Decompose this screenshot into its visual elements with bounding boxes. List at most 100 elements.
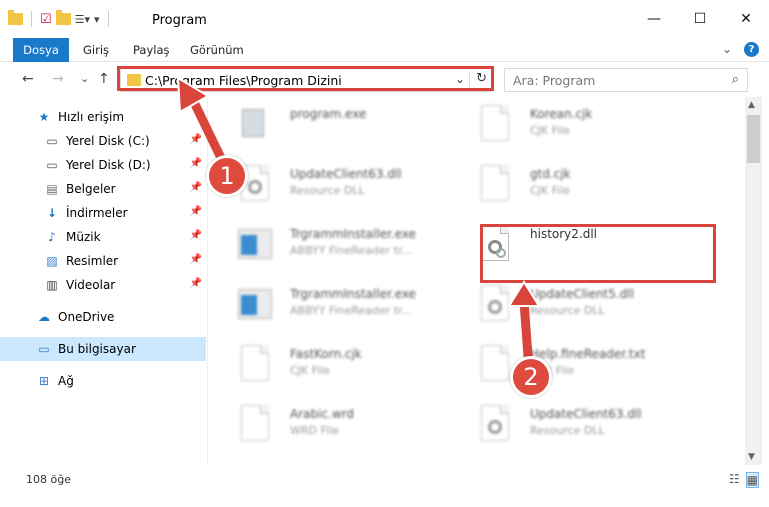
pin-icon[interactable]: 📌 [190,230,202,241]
status-bar: 108 öğe ☷ ▦ [0,465,769,493]
tab-view[interactable]: Görünüm [190,38,244,62]
sidebar-item-quick-access[interactable]: ★ Hızlı erişim [0,105,206,129]
tiles-view-icon[interactable]: ▦ [745,472,759,488]
sidebar-item-music[interactable]: ♪ Müzik 📌 [0,225,206,249]
file-item[interactable]: Korean.cjk CJK File [448,97,688,153]
sidebar-item-downloads[interactable]: ↓ İndirmeler 📌 [0,201,206,225]
sidebar-item-label: Belgeler [66,182,116,196]
file-item[interactable]: UpdateClient5.dll Resource DLL [448,277,688,333]
scroll-down-icon[interactable]: ▼ [748,452,755,462]
file-type: Resource DLL [530,424,605,437]
tab-share[interactable]: Paylaş [133,38,170,62]
tab-home[interactable]: Giriş [83,38,109,62]
new-folder-icon[interactable] [55,10,71,25]
properties-icon[interactable]: ☑ [40,12,52,27]
downloads-icon: ↓ [46,206,58,220]
pin-icon[interactable]: 📌 [190,254,202,265]
back-button[interactable]: ← [22,71,34,87]
file-item[interactable]: TrgrammInstaller.exe ABBYY FineReader tr… [208,277,448,333]
step-badge-1: 1 [206,155,248,197]
exe-file-icon [238,105,272,145]
pin-icon[interactable]: 📌 [190,158,202,169]
documents-icon: ▤ [46,182,58,196]
search-input[interactable]: Ara: Program ⌕ [504,68,748,92]
file-name: TrgrammInstaller.exe [290,227,417,241]
file-name: UpdateClient63.dll [530,407,642,421]
minimize-button[interactable]: — [631,0,677,38]
sidebar-item-local-disk-c[interactable]: ▭ Yerel Disk (C:) 📌 [0,129,206,153]
music-icon: ♪ [48,230,56,244]
dll-file-icon [478,405,512,445]
pin-icon[interactable]: 📌 [190,206,202,217]
file-item[interactable]: UpdateClient63.dll Resource DLL [448,397,688,453]
file-name: UpdateClient5.dll [530,287,634,301]
file-type: CJK File [530,184,571,197]
navigation-pane: ★ Hızlı erişim ▭ Yerel Disk (C:) 📌 ▭ Yer… [0,97,208,465]
sidebar-item-label: Yerel Disk (D:) [66,158,151,172]
installer-icon [238,285,272,325]
step-badge-2: 2 [510,356,552,398]
sidebar-item-local-disk-d[interactable]: ▭ Yerel Disk (D:) 📌 [0,153,206,177]
dll-file-icon [478,285,512,325]
ribbon: Dosya Giriş Paylaş Görünüm ⌄ ? [0,38,769,94]
search-icon[interactable]: ⌕ [732,72,739,87]
sidebar-item-network[interactable]: ⊞ Ağ [0,369,206,393]
sidebar-item-videos[interactable]: ▥ Videolar 📌 [0,273,206,297]
help-icon[interactable]: ? [744,42,759,57]
close-button[interactable]: ✕ [723,0,769,38]
file-type: CJK File [290,364,331,377]
drive-icon: ▭ [46,158,58,172]
divider [107,11,109,27]
file-item[interactable]: gtd.cjk CJK File [448,157,688,213]
folder-icon [8,10,23,25]
customize-toolbar-icon[interactable]: ☰▾ [75,13,90,26]
qat-dropdown-icon[interactable]: ▾ [94,13,100,26]
sidebar-item-label: Müzik [66,230,101,244]
file-icon [478,105,512,145]
maximize-button[interactable]: ☐ [677,0,723,38]
text-file-icon [478,345,512,385]
file-item[interactable]: Arabic.wrd WRD File [208,397,448,453]
sidebar-item-label: OneDrive [58,310,115,324]
file-item[interactable]: FastKorn.cjk CJK File [208,337,448,393]
star-icon: ★ [38,110,50,124]
sidebar-item-label: Ağ [58,374,74,388]
file-type: CJK File [530,124,571,137]
details-view-icon[interactable]: ☷ [729,472,740,488]
pin-icon[interactable]: 📌 [190,134,202,145]
file-icon [478,165,512,205]
sidebar-item-label: İndirmeler [66,206,128,220]
sidebar-item-label: Videolar [66,278,116,292]
file-icon [238,345,272,385]
file-highlight-box [480,224,716,283]
sidebar-item-pictures[interactable]: ▨ Resimler 📌 [0,249,206,273]
sidebar-item-label: Hızlı erişim [58,110,125,124]
file-item[interactable]: program.exe [208,97,448,153]
sidebar-item-this-pc[interactable]: ▭ Bu bilgisayar [0,337,206,361]
file-item[interactable]: TrgrammInstaller.exe ABBYY FineReader tr… [208,217,448,273]
sidebar-item-documents[interactable]: ▤ Belgeler 📌 [0,177,206,201]
sidebar-item-onedrive[interactable]: ☁ OneDrive [0,305,206,329]
file-item[interactable]: Help.fineReader.txt Text File [448,337,688,393]
pin-icon[interactable]: 📌 [190,278,202,289]
up-button[interactable]: ↑ [98,71,110,87]
forward-button[interactable]: → [52,71,64,87]
computer-icon: ▭ [38,342,50,356]
pictures-icon: ▨ [46,254,58,268]
scroll-up-icon[interactable]: ▲ [748,100,755,110]
item-count: 108 öğe [26,473,71,486]
cloud-icon: ☁ [38,310,50,324]
scroll-thumb[interactable] [747,115,760,163]
file-name: TrgrammInstaller.exe [290,287,417,301]
recent-locations-button[interactable]: ⌄ [80,72,89,85]
sidebar-item-label: Bu bilgisayar [58,342,136,356]
file-name: Help.fineReader.txt [530,347,646,361]
expand-ribbon-icon[interactable]: ⌄ [722,42,732,57]
title-bar: ☑ ☰▾ ▾ Program — ☐ ✕ [0,0,769,38]
pin-icon[interactable]: 📌 [190,182,202,193]
file-name: FastKorn.cjk [290,347,362,361]
file-type: Resource DLL [290,184,365,197]
vertical-scrollbar[interactable]: ▲ ▼ [745,97,762,465]
search-placeholder: Ara: Program [513,73,596,88]
sidebar-item-label: Resimler [66,254,119,268]
